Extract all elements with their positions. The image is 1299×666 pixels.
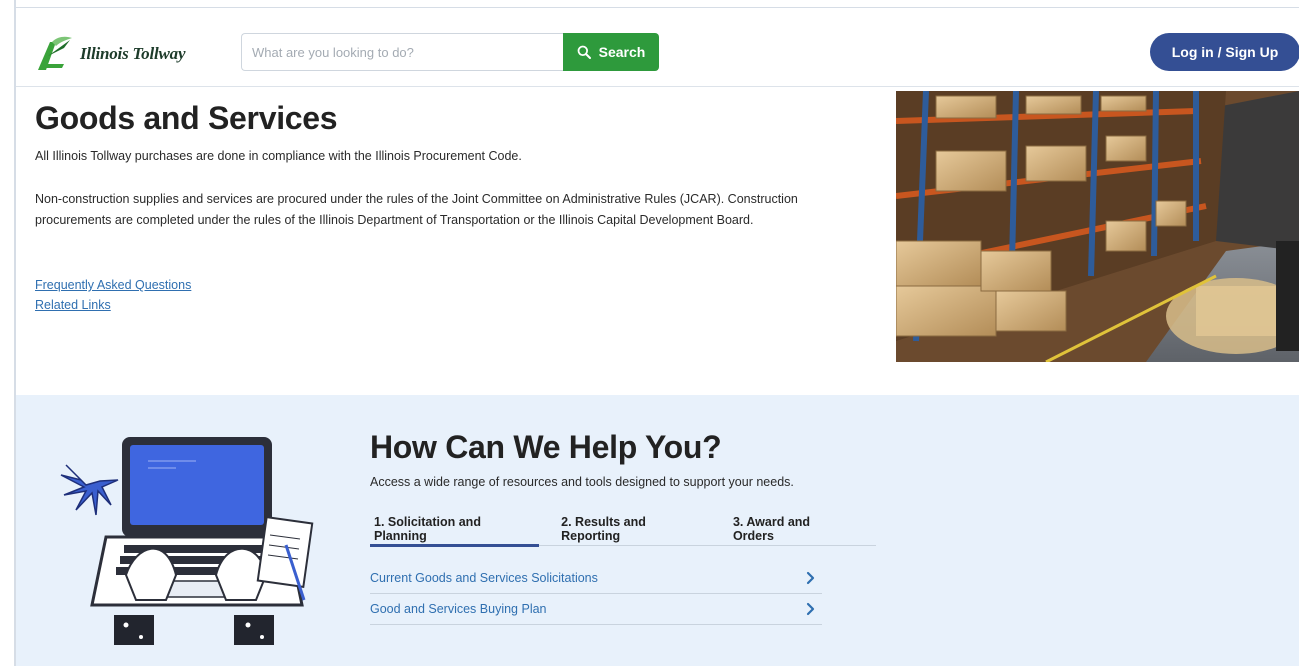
help-tabs: 1. Solicitation and Planning 2. Results …: [370, 511, 876, 547]
search-button[interactable]: Search: [563, 33, 659, 71]
intro-paragraph-2: Non-construction supplies and services a…: [35, 192, 798, 227]
search-icon: [577, 45, 591, 59]
related-links-link[interactable]: Related Links: [35, 295, 191, 315]
list-item-label: Good and Services Buying Plan: [370, 602, 547, 616]
search-button-label: Search: [598, 44, 646, 60]
help-subtitle: Access a wide range of resources and too…: [370, 475, 794, 489]
list-item-current-solicitations[interactable]: Current Goods and Services Solicitations: [370, 563, 822, 594]
search-input[interactable]: [241, 33, 563, 71]
chevron-right-icon: [806, 571, 815, 585]
site-logo[interactable]: Illinois Tollway: [34, 34, 204, 74]
tab-award-and-orders[interactable]: 3. Award and Orders: [729, 511, 854, 546]
warehouse-illustration: [896, 91, 1299, 362]
page: Illinois Tollway Search Log in / Sign Up…: [0, 0, 1299, 666]
list-item-label: Current Goods and Services Solicitations: [370, 571, 598, 585]
help-title: How Can We Help You?: [370, 429, 722, 465]
site-header: Illinois Tollway Search Log in / Sign Up: [16, 8, 1299, 87]
page-title: Goods and Services: [35, 100, 338, 136]
tab-results-and-reporting[interactable]: 2. Results and Reporting: [557, 511, 707, 546]
intro-links: Frequently Asked Questions Related Links: [35, 275, 191, 315]
help-section: How Can We Help You? Access a wide range…: [16, 395, 1299, 666]
login-signup-button[interactable]: Log in / Sign Up: [1150, 33, 1299, 71]
tab-solicitation-and-planning[interactable]: 1. Solicitation and Planning: [370, 511, 540, 547]
plant-icon: [60, 464, 119, 516]
warehouse-image: [896, 91, 1299, 362]
search-bar: Search: [241, 33, 659, 71]
faq-link[interactable]: Frequently Asked Questions: [35, 275, 191, 295]
help-list: Current Goods and Services Solicitations…: [370, 563, 822, 625]
list-item-buying-plan[interactable]: Good and Services Buying Plan: [370, 594, 822, 625]
tollway-logo-icon: [38, 36, 72, 70]
intro-paragraph-1: All Illinois Tollway purchases are done …: [35, 149, 522, 163]
chevron-right-icon: [806, 602, 815, 616]
logo-text: Illinois Tollway: [80, 44, 186, 63]
laptop-illustration: [60, 437, 314, 645]
